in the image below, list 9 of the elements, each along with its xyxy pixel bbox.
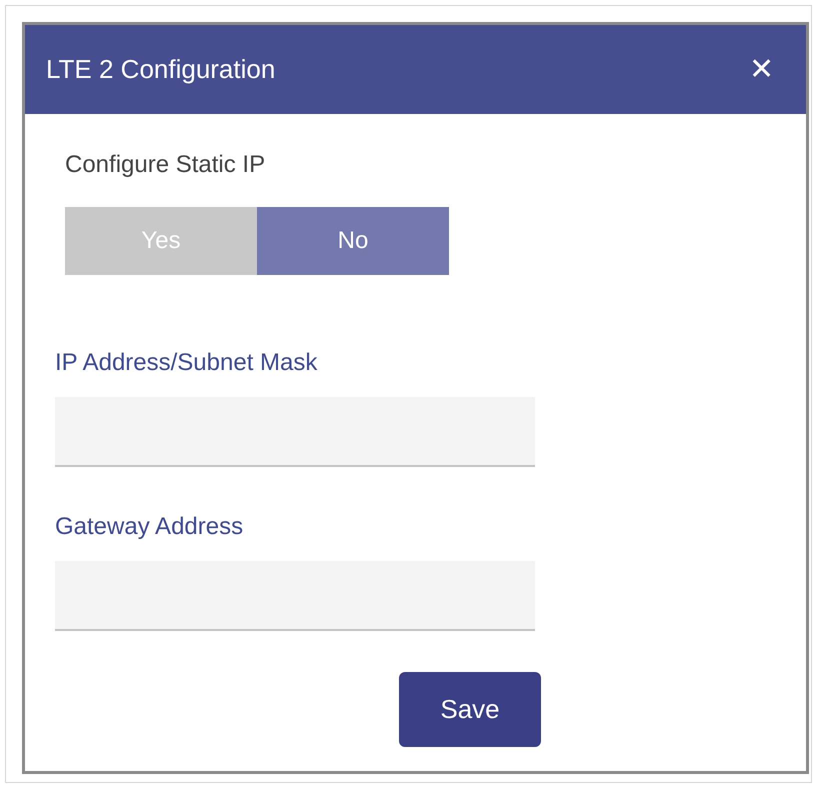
toggle-option[interactable]: No	[257, 207, 449, 275]
field-label: IP Address/Subnet Mask	[55, 348, 318, 378]
close-button[interactable]: ✕	[749, 54, 774, 84]
save-button[interactable]: Save	[399, 672, 541, 747]
field-label: Gateway Address	[55, 512, 244, 542]
input-field[interactable]	[55, 397, 535, 467]
dialog-title: LTE 2 Configuration	[46, 53, 276, 86]
field-label: Configure Static IP	[65, 150, 266, 180]
input-field[interactable]	[55, 561, 535, 631]
